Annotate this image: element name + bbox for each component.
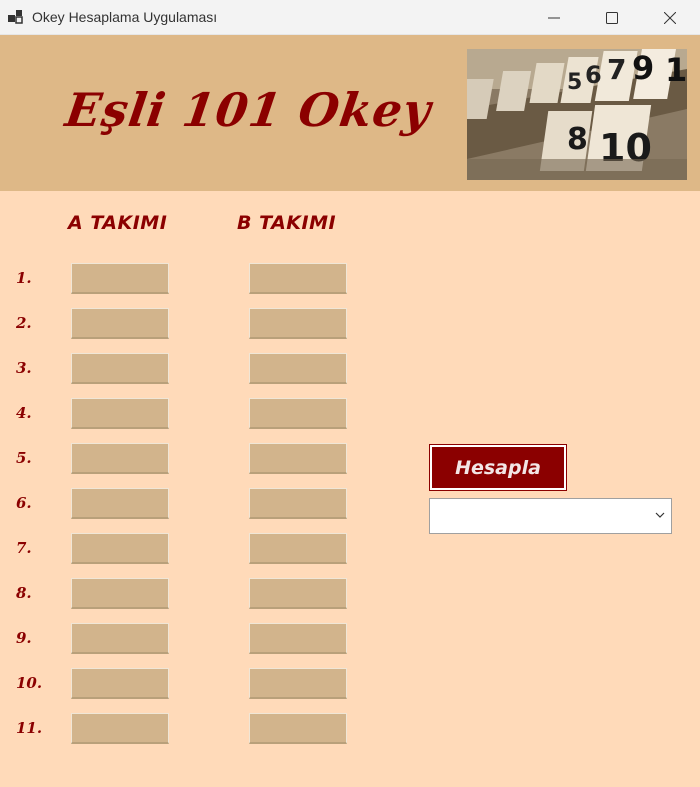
row-number: 5. bbox=[16, 449, 32, 467]
svg-text:7: 7 bbox=[607, 53, 626, 86]
team-b-score-input[interactable] bbox=[249, 443, 347, 474]
row-number: 6. bbox=[16, 494, 32, 512]
team-b-score-input[interactable] bbox=[249, 353, 347, 384]
title-bar: Okey Hesaplama Uygulaması bbox=[0, 0, 700, 35]
close-icon bbox=[664, 11, 676, 24]
team-b-score-input[interactable] bbox=[249, 488, 347, 519]
team-b-score-input[interactable] bbox=[249, 668, 347, 699]
team-a-score-input[interactable] bbox=[71, 263, 169, 294]
okey-tiles-image: 5 6 7 9 1 8 10 bbox=[467, 49, 687, 180]
row-number: 1. bbox=[16, 269, 32, 287]
team-a-score-input[interactable] bbox=[71, 533, 169, 564]
row-number: 9. bbox=[16, 629, 32, 647]
team-a-score-input[interactable] bbox=[71, 308, 169, 339]
row-number: 10. bbox=[16, 674, 43, 692]
team-a-score-input[interactable] bbox=[71, 353, 169, 384]
team-b-heading: B TAKIMI bbox=[237, 212, 337, 234]
maximize-button[interactable] bbox=[583, 0, 641, 35]
svg-text:1: 1 bbox=[665, 51, 687, 89]
team-b-score-input[interactable] bbox=[249, 533, 347, 564]
team-a-score-input[interactable] bbox=[71, 398, 169, 429]
row-number: 8. bbox=[16, 584, 32, 602]
team-a-heading: A TAKIMI bbox=[68, 212, 168, 234]
app-icon bbox=[8, 10, 23, 24]
row-number: 7. bbox=[16, 539, 32, 557]
team-a-score-input[interactable] bbox=[71, 488, 169, 519]
maximize-icon bbox=[606, 11, 618, 24]
svg-text:9: 9 bbox=[632, 49, 654, 87]
team-b-score-input[interactable] bbox=[249, 308, 347, 339]
calculate-button[interactable]: Hesapla bbox=[429, 444, 567, 491]
team-b-score-input[interactable] bbox=[249, 263, 347, 294]
chevron-down-icon bbox=[655, 512, 665, 518]
team-a-score-input[interactable] bbox=[71, 668, 169, 699]
row-number: 4. bbox=[16, 404, 32, 422]
team-b-score-input[interactable] bbox=[249, 623, 347, 654]
close-button[interactable] bbox=[641, 0, 699, 35]
result-select[interactable] bbox=[429, 498, 672, 534]
team-b-score-input[interactable] bbox=[249, 398, 347, 429]
minimize-button[interactable] bbox=[525, 0, 583, 35]
svg-text:6: 6 bbox=[585, 61, 602, 89]
row-number: 3. bbox=[16, 359, 32, 377]
team-a-score-input[interactable] bbox=[71, 578, 169, 609]
row-number: 2. bbox=[16, 314, 32, 332]
team-a-score-input[interactable] bbox=[71, 713, 169, 744]
window-title: Okey Hesaplama Uygulaması bbox=[32, 9, 218, 25]
row-number: 11. bbox=[16, 719, 43, 737]
svg-text:8: 8 bbox=[567, 122, 588, 157]
team-b-score-input[interactable] bbox=[249, 578, 347, 609]
svg-text:5: 5 bbox=[567, 70, 582, 95]
team-a-score-input[interactable] bbox=[71, 623, 169, 654]
app-heading: Eşli 101 Okey bbox=[62, 83, 435, 137]
team-b-score-input[interactable] bbox=[249, 713, 347, 744]
team-a-score-input[interactable] bbox=[71, 443, 169, 474]
minimize-icon bbox=[548, 17, 560, 18]
